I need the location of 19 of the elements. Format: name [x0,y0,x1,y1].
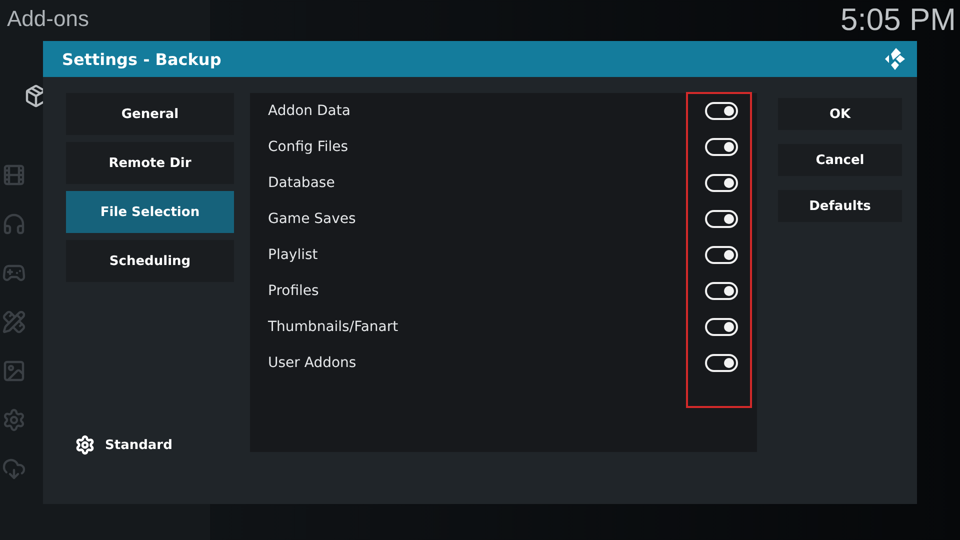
category-tab[interactable]: General [66,93,234,135]
settings-level[interactable]: Standard [105,438,172,452]
setting-label: Playlist [268,247,318,263]
dialog-button[interactable]: Cancel [778,144,902,176]
setting-label: Profiles [268,283,319,299]
category-tab[interactable]: Scheduling [66,240,234,282]
category-tab[interactable]: Remote Dir [66,142,234,184]
setting-label: User Addons [268,355,356,371]
clock: 5:05 PM [840,2,956,38]
dialog-button[interactable]: Defaults [778,190,902,222]
dialog-title: Settings - Backup [62,50,222,68]
setting-label: Addon Data [268,103,350,119]
setting-label: Thumbnails/Fanart [268,319,398,335]
setting-label: Database [268,175,335,191]
setting-label: Game Saves [268,211,356,227]
page-title: Add-ons [7,6,89,32]
dialog-button[interactable]: OK [778,98,902,130]
setting-label: Config Files [268,139,348,155]
category-tab[interactable]: File Selection [66,191,234,233]
